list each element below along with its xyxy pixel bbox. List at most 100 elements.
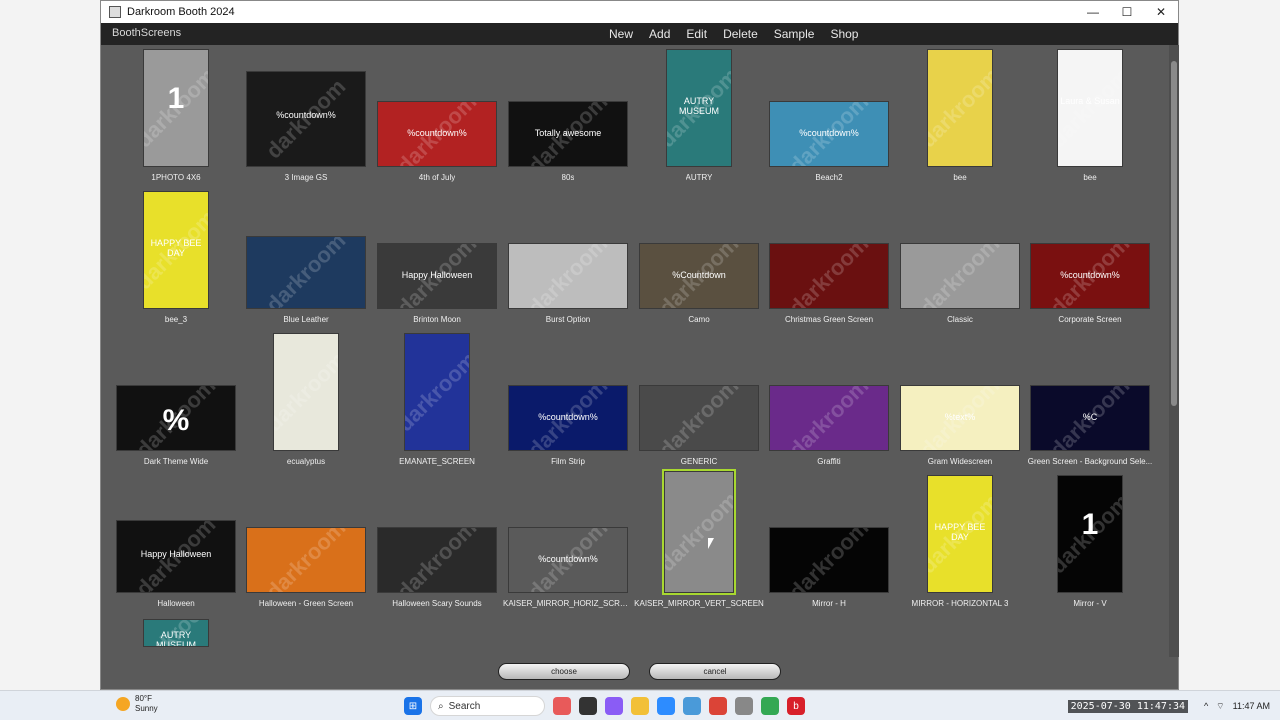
screen-thumbnail[interactable]: darkroom	[769, 243, 889, 309]
screen-tile[interactable]: darkroom Mirror - H	[764, 471, 894, 611]
zoom-icon[interactable]	[657, 697, 675, 715]
menu-delete[interactable]: Delete	[715, 23, 766, 45]
screen-tile[interactable]: darkroom %text% Gram Widescreen	[895, 329, 1025, 469]
screen-tile[interactable]: darkroom Totally awesome 80s	[503, 45, 633, 185]
screen-tile[interactable]: darkroom Halloween - Green Screen	[241, 471, 371, 611]
screen-tile-label: Mirror - H	[812, 599, 846, 608]
screen-thumbnail[interactable]: darkroom	[662, 468, 736, 596]
chevron-up-icon[interactable]: ^	[1204, 701, 1208, 711]
screen-tile[interactable]: darkroom %countdown% Beach2	[764, 45, 894, 185]
screen-tile[interactable]: darkroom ecualyptus	[241, 329, 371, 469]
screen-tile[interactable]: darkroom Blue Leather	[241, 187, 371, 327]
screen-tile[interactable]: darkroom EMANATE_SCREEN	[372, 329, 502, 469]
screen-thumbnail[interactable]: darkroom	[377, 527, 497, 593]
snipping-tool-icon[interactable]	[683, 697, 701, 715]
vertical-scrollbar[interactable]	[1169, 45, 1179, 657]
clock-time: 11:47 AM	[1232, 700, 1270, 711]
screen-tile[interactable]: darkroom %countdown% 4th of July	[372, 45, 502, 185]
start-icon[interactable]: ⊞	[404, 697, 422, 715]
screen-thumbnail[interactable]: darkroom %countdown%	[508, 527, 628, 593]
minimize-button[interactable]: —	[1076, 1, 1110, 23]
screen-tile[interactable]: darkroom% Dark Theme Wide	[111, 329, 241, 469]
screen-tile[interactable]: darkroom Happy Halloween Brinton Moon	[372, 187, 502, 327]
screen-thumbnail[interactable]: darkroom %countdown%	[377, 101, 497, 167]
screen-thumbnail[interactable]: darkroom HAPPY BEE DAY	[143, 191, 209, 309]
maximize-button[interactable]: ☐	[1110, 1, 1144, 23]
darkroom-booth-icon[interactable]: b	[787, 697, 805, 715]
screen-tile[interactable]: darkroom GENERIC	[634, 329, 764, 469]
screen-thumbnail[interactable]: darkroom 1	[1057, 475, 1123, 593]
network-icon[interactable]: ⌔	[1216, 701, 1224, 712]
screen-thumbnail[interactable]: darkroom	[273, 333, 339, 451]
screen-thumbnail[interactable]: darkroom	[639, 385, 759, 451]
screen-thumbnail[interactable]: darkroom Laura & Susan	[1057, 49, 1123, 167]
screen-thumbnail[interactable]: darkroom %text%	[900, 385, 1020, 451]
screen-tile[interactable]: darkroomAUTRY MUSEUM	[111, 613, 241, 661]
screen-tile[interactable]: darkroom Graffiti	[764, 329, 894, 469]
screen-tile[interactable]: darkroom 1 Mirror - V	[1025, 471, 1155, 611]
screen-thumbnail[interactable]: darkroom	[769, 385, 889, 451]
clock[interactable]: 11:47 AM	[1233, 701, 1270, 712]
screen-tile[interactable]: darkroom bee	[895, 45, 1025, 185]
menu-sample[interactable]: Sample	[766, 23, 823, 45]
screen-tile[interactable]: darkroom 1 1PHOTO 4X6	[111, 45, 241, 185]
screen-tile[interactable]: darkroom Happy Halloween Halloween	[111, 471, 241, 611]
screen-thumbnail[interactable]: darkroom %countdown%	[769, 101, 889, 167]
screen-tile[interactable]: darkroom Christmas Green Screen	[764, 187, 894, 327]
screen-thumbnail[interactable]: darkroom	[927, 49, 993, 167]
chrome-icon[interactable]	[709, 697, 727, 715]
screen-tile[interactable]: darkroom Classic	[895, 187, 1025, 327]
scrollbar-thumb[interactable]	[1171, 61, 1177, 406]
screen-tile-label: MIRROR - HORIZONTAL 3	[911, 599, 1009, 608]
screen-thumbnail[interactable]: darkroom	[508, 243, 628, 309]
close-button[interactable]: ✕	[1144, 1, 1178, 23]
screen-thumbnail[interactable]: darkroom HAPPY BEE DAY	[927, 475, 993, 593]
screen-thumbnail[interactable]: darkroom	[246, 527, 366, 593]
screen-thumbnail[interactable]: darkroom	[900, 243, 1020, 309]
screen-thumbnail[interactable]: darkroom %C	[1030, 385, 1150, 451]
menu-edit[interactable]: Edit	[678, 23, 715, 45]
screen-thumbnail[interactable]: darkroom %countdown%	[508, 385, 628, 451]
cricut-icon[interactable]	[735, 697, 753, 715]
thumbnail-text: %Countdown	[672, 269, 726, 280]
screen-thumbnail[interactable]: darkroom %countdown%	[1030, 243, 1150, 309]
screen-thumbnail[interactable]: darkroom Happy Halloween	[116, 520, 236, 593]
copilot-icon[interactable]	[605, 697, 623, 715]
screen-tile[interactable]: darkroom Burst Option	[503, 187, 633, 327]
screen-thumbnail[interactable]: darkroom %countdown%	[246, 71, 366, 167]
screen-thumbnail[interactable]: darkroom 1	[143, 49, 209, 167]
screen-thumbnail[interactable]: darkroom Happy Halloween	[377, 243, 497, 309]
cancel-button[interactable]: cancel	[649, 663, 781, 680]
menu-shop[interactable]: Shop	[822, 23, 866, 45]
screen-tile[interactable]: darkroom Halloween Scary Sounds	[372, 471, 502, 611]
screen-tile[interactable]: darkroom %countdown% 3 Image GS	[241, 45, 371, 185]
menu-add[interactable]: Add	[641, 23, 678, 45]
screen-tile[interactable]: darkroom HAPPY BEE DAY MIRROR - HORIZONTAL…	[895, 471, 1025, 611]
screen-thumbnail[interactable]: darkroom Totally awesome	[508, 101, 628, 167]
screen-thumbnail[interactable]: darkroomAUTRY MUSEUM	[666, 49, 732, 167]
screen-tile[interactable]: darkroom Laura & Susan bee	[1025, 45, 1155, 185]
screen-thumbnail[interactable]: darkroom %Countdown	[639, 243, 759, 309]
screen-tile[interactable]: darkroom KAISER_MIRROR_VERT_SCREEN	[634, 468, 764, 611]
widget-icon[interactable]	[553, 697, 571, 715]
screen-thumbnail[interactable]: darkroomAUTRY MUSEUM	[143, 619, 209, 647]
screen-thumbnail[interactable]: darkroom%	[116, 385, 236, 451]
screen-tile[interactable]: darkroom %countdown% KAISER_MIRROR_HORIZ_S…	[503, 471, 633, 611]
screen-thumbnail[interactable]: darkroom	[246, 236, 366, 309]
choose-button[interactable]: choose	[498, 663, 630, 680]
screen-tile[interactable]: darkroom %C Green Screen - Background Sele…	[1025, 329, 1155, 469]
file-explorer-icon[interactable]	[631, 697, 649, 715]
screen-thumbnail[interactable]: darkroom	[769, 527, 889, 593]
screen-tile[interactable]: darkroom %Countdown Camo	[634, 187, 764, 327]
screen-thumbnail[interactable]: darkroom	[404, 333, 470, 451]
watermark: darkroom	[260, 527, 351, 593]
screen-tile[interactable]: darkroom HAPPY BEE DAY bee_3	[111, 187, 241, 327]
task-view-icon[interactable]	[579, 697, 597, 715]
screen-tile[interactable]: darkroom %countdown% Film Strip	[503, 329, 633, 469]
screen-tile[interactable]: darkroom %countdown% Corporate Screen	[1025, 187, 1155, 327]
chrome-profile-icon[interactable]	[761, 697, 779, 715]
menu-new[interactable]: New	[601, 23, 641, 45]
screen-tile[interactable]: darkroom AUTRY MUSEUM AUTRY	[634, 45, 764, 185]
taskbar-search[interactable]: ⌕ Search	[430, 696, 545, 716]
weather-widget[interactable]: 80°F Sunny	[116, 694, 158, 714]
